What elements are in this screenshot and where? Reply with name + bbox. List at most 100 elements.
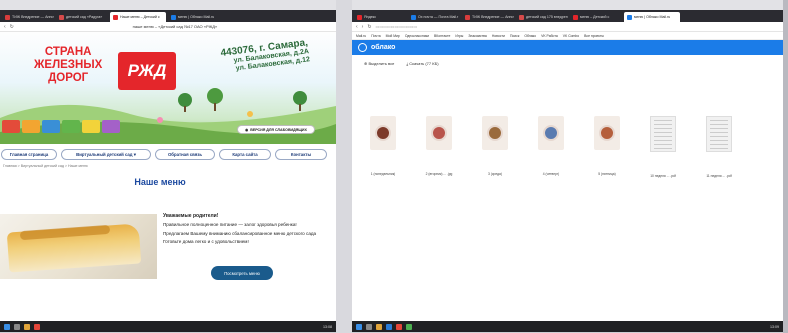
left-taskbar: 13:08 [0,321,336,332]
bookmark-item[interactable]: Mail.ru [356,34,366,38]
clock: 13:09 [770,324,779,329]
hills-illustration [0,88,336,144]
file-thumbnail [426,116,452,150]
tab-label: Ох почта — Почта Mail.r [418,15,459,19]
forward-icon[interactable]: › [362,24,364,30]
bookmark-item[interactable]: Поиск [510,34,519,38]
site-menu: Главная страница Виртуальный детский сад… [0,149,336,160]
tab-favicon-icon [411,14,416,20]
search-icon[interactable] [14,323,20,330]
menu-feedback[interactable]: Обратная связь [155,149,215,160]
tab-favicon-icon [5,14,10,20]
windows-start-icon[interactable] [4,323,10,330]
menu-virtual-kindergarten[interactable]: Виртуальный детский сад ▾ [61,149,151,160]
tab-favicon-icon [357,14,362,20]
breadcrumb[interactable]: Главная > Виртуальный детский сад > Наше… [3,164,88,168]
browser-tab[interactable]: меню – Детский с [570,12,622,22]
file-thumbnail [538,116,564,150]
bookmark-item[interactable]: Знакомства [468,34,486,38]
brand-title: СТРАНА ЖЕЛЕЗНЫХ ДОРОГ [34,46,103,84]
folder-icon[interactable] [376,323,382,330]
reload-icon[interactable]: ↻ [10,24,14,30]
cloud-header: облако [352,40,783,55]
file-name: 4 (четверг) [542,172,560,176]
left-tab-bar: ТИЖ Внедрение — Аннот... детский сад «Рад… [0,10,336,22]
file-thumbnail [370,116,396,150]
right-taskbar: 13:09 [352,321,783,332]
browser-tab[interactable]: Ох почта — Почта Mail.r [408,12,460,22]
monitor-gap [336,0,352,333]
cloud-actions: ⊕ Выделить все ⤓ Скачать (77 КБ) [352,55,783,72]
greeting-text: Уважаемые родители! Правильное полноценн… [163,213,317,245]
search-icon[interactable] [366,323,372,330]
desktop-top-strip [0,0,788,10]
browser-tab[interactable]: ТИЖ Внедрение — Аннот... [2,12,54,22]
browser-tab[interactable]: детский сад «Радуга» [56,12,108,22]
edge-icon[interactable] [386,323,392,330]
eye-icon: ◉ [245,127,249,132]
document-icon [706,116,732,152]
right-tab-bar: Яндекс Ох почта — Почта Mail.r ТИЖ Внедрен… [352,10,783,22]
cloud-title[interactable]: облако [371,44,395,51]
pie-photo [0,214,157,279]
browser-icon[interactable] [34,323,40,330]
bookmark-item[interactable]: Все проекты [584,34,604,38]
bookmark-item[interactable]: ВКонтакте [434,34,450,38]
tab-favicon-icon [59,14,64,20]
back-icon[interactable]: ‹ [4,24,6,30]
page-title: Наше меню [134,177,186,187]
menu-home[interactable]: Главная страница [1,149,57,160]
back-icon[interactable]: ‹ [356,24,358,30]
select-all-button[interactable]: ⊕ Выделить все [364,61,394,66]
tab-label: меню | Облако Mail.ru [634,15,671,19]
browser-tab[interactable]: Яндекс [354,12,406,22]
bookmark-item[interactable]: VK Combo [563,34,579,38]
right-address-bar[interactable]: ‹ › ↻ ▭▭▭▭▭▭▭▭▭▭▭ [352,22,783,32]
file-name: 5 (пятница) [598,172,616,176]
file-item[interactable]: 3 (среда) [476,116,514,176]
bookmark-item[interactable]: Мой Мир [386,34,400,38]
file-name: 11 неделя ... .pdf [706,174,732,178]
tab-favicon-icon [573,14,578,20]
browser-tab[interactable]: ТИЖ Внедрение — Аннот [462,12,514,22]
browser-icon[interactable] [396,323,402,330]
browser-tab[interactable]: меню | Облако Mail.ru [624,12,680,22]
cloud-logo-icon[interactable] [358,43,367,52]
browser-tab[interactable]: детский сад 175 внедрен [516,12,568,22]
file-item[interactable]: 5 (пятница) [588,116,626,176]
bookmark-item[interactable]: Почта [371,34,380,38]
windows-start-icon[interactable] [356,323,362,330]
file-item[interactable]: 4 (четверг) [532,116,570,176]
menu-sitemap[interactable]: Карта сайта [219,149,271,160]
folder-icon[interactable] [24,323,30,330]
file-item[interactable]: 2 (вторник) ... .jpg [420,116,458,176]
bookmark-item[interactable]: VK Работа [541,34,558,38]
bookmark-item[interactable]: Облако [524,34,536,38]
download-button[interactable]: ⤓ Скачать (77 КБ) [406,61,438,66]
low-vision-button[interactable]: ◉ ВЕРСИЯ ДЛЯ СЛАБОВИДЯЩИХ [237,125,315,134]
browser-tab[interactable]: Наше меню – Детский с [110,12,166,22]
file-name: 1 (понедельник) [370,172,396,176]
left-url-text[interactable]: наше меню – «Детский сад №17 ОАО «РЖД» [18,24,332,29]
bookmarks-bar: Mail.ru Почта Мой Мир Одноклассники ВКонтакт… [352,32,783,40]
tab-label: меню – Детский с [580,15,610,19]
bookmark-item[interactable]: Новости [492,34,505,38]
bookmark-item[interactable]: Одноклассники [405,34,429,38]
left-monitor: ТИЖ Внедрение — Аннот... детский сад «Рад… [0,10,336,332]
left-address-bar[interactable]: ‹ ↻ наше меню – «Детский сад №17 ОАО «РЖ… [0,22,336,32]
bookmark-item[interactable]: Игры [455,34,463,38]
app-icon[interactable] [406,323,412,330]
clock: 13:08 [323,324,332,329]
right-url-text[interactable]: ▭▭▭▭▭▭▭▭▭▭▭ [376,24,779,29]
browser-tab[interactable]: меню | Облако Mail.ru [168,12,220,22]
file-item[interactable]: 10 неделя ... .pdf [644,116,682,178]
view-menu-button[interactable]: Посмотреть меню [211,266,273,280]
menu-contacts[interactable]: Контакты [275,149,327,160]
train-illustration [2,120,120,133]
tab-favicon-icon [113,14,118,20]
file-item[interactable]: 1 (понедельник) [364,116,402,176]
tab-favicon-icon [465,14,470,20]
reload-icon[interactable]: ↻ [367,24,371,30]
tab-label: детский сад 175 внедрен [526,15,568,19]
file-item[interactable]: 11 неделя ... .pdf [700,116,738,178]
